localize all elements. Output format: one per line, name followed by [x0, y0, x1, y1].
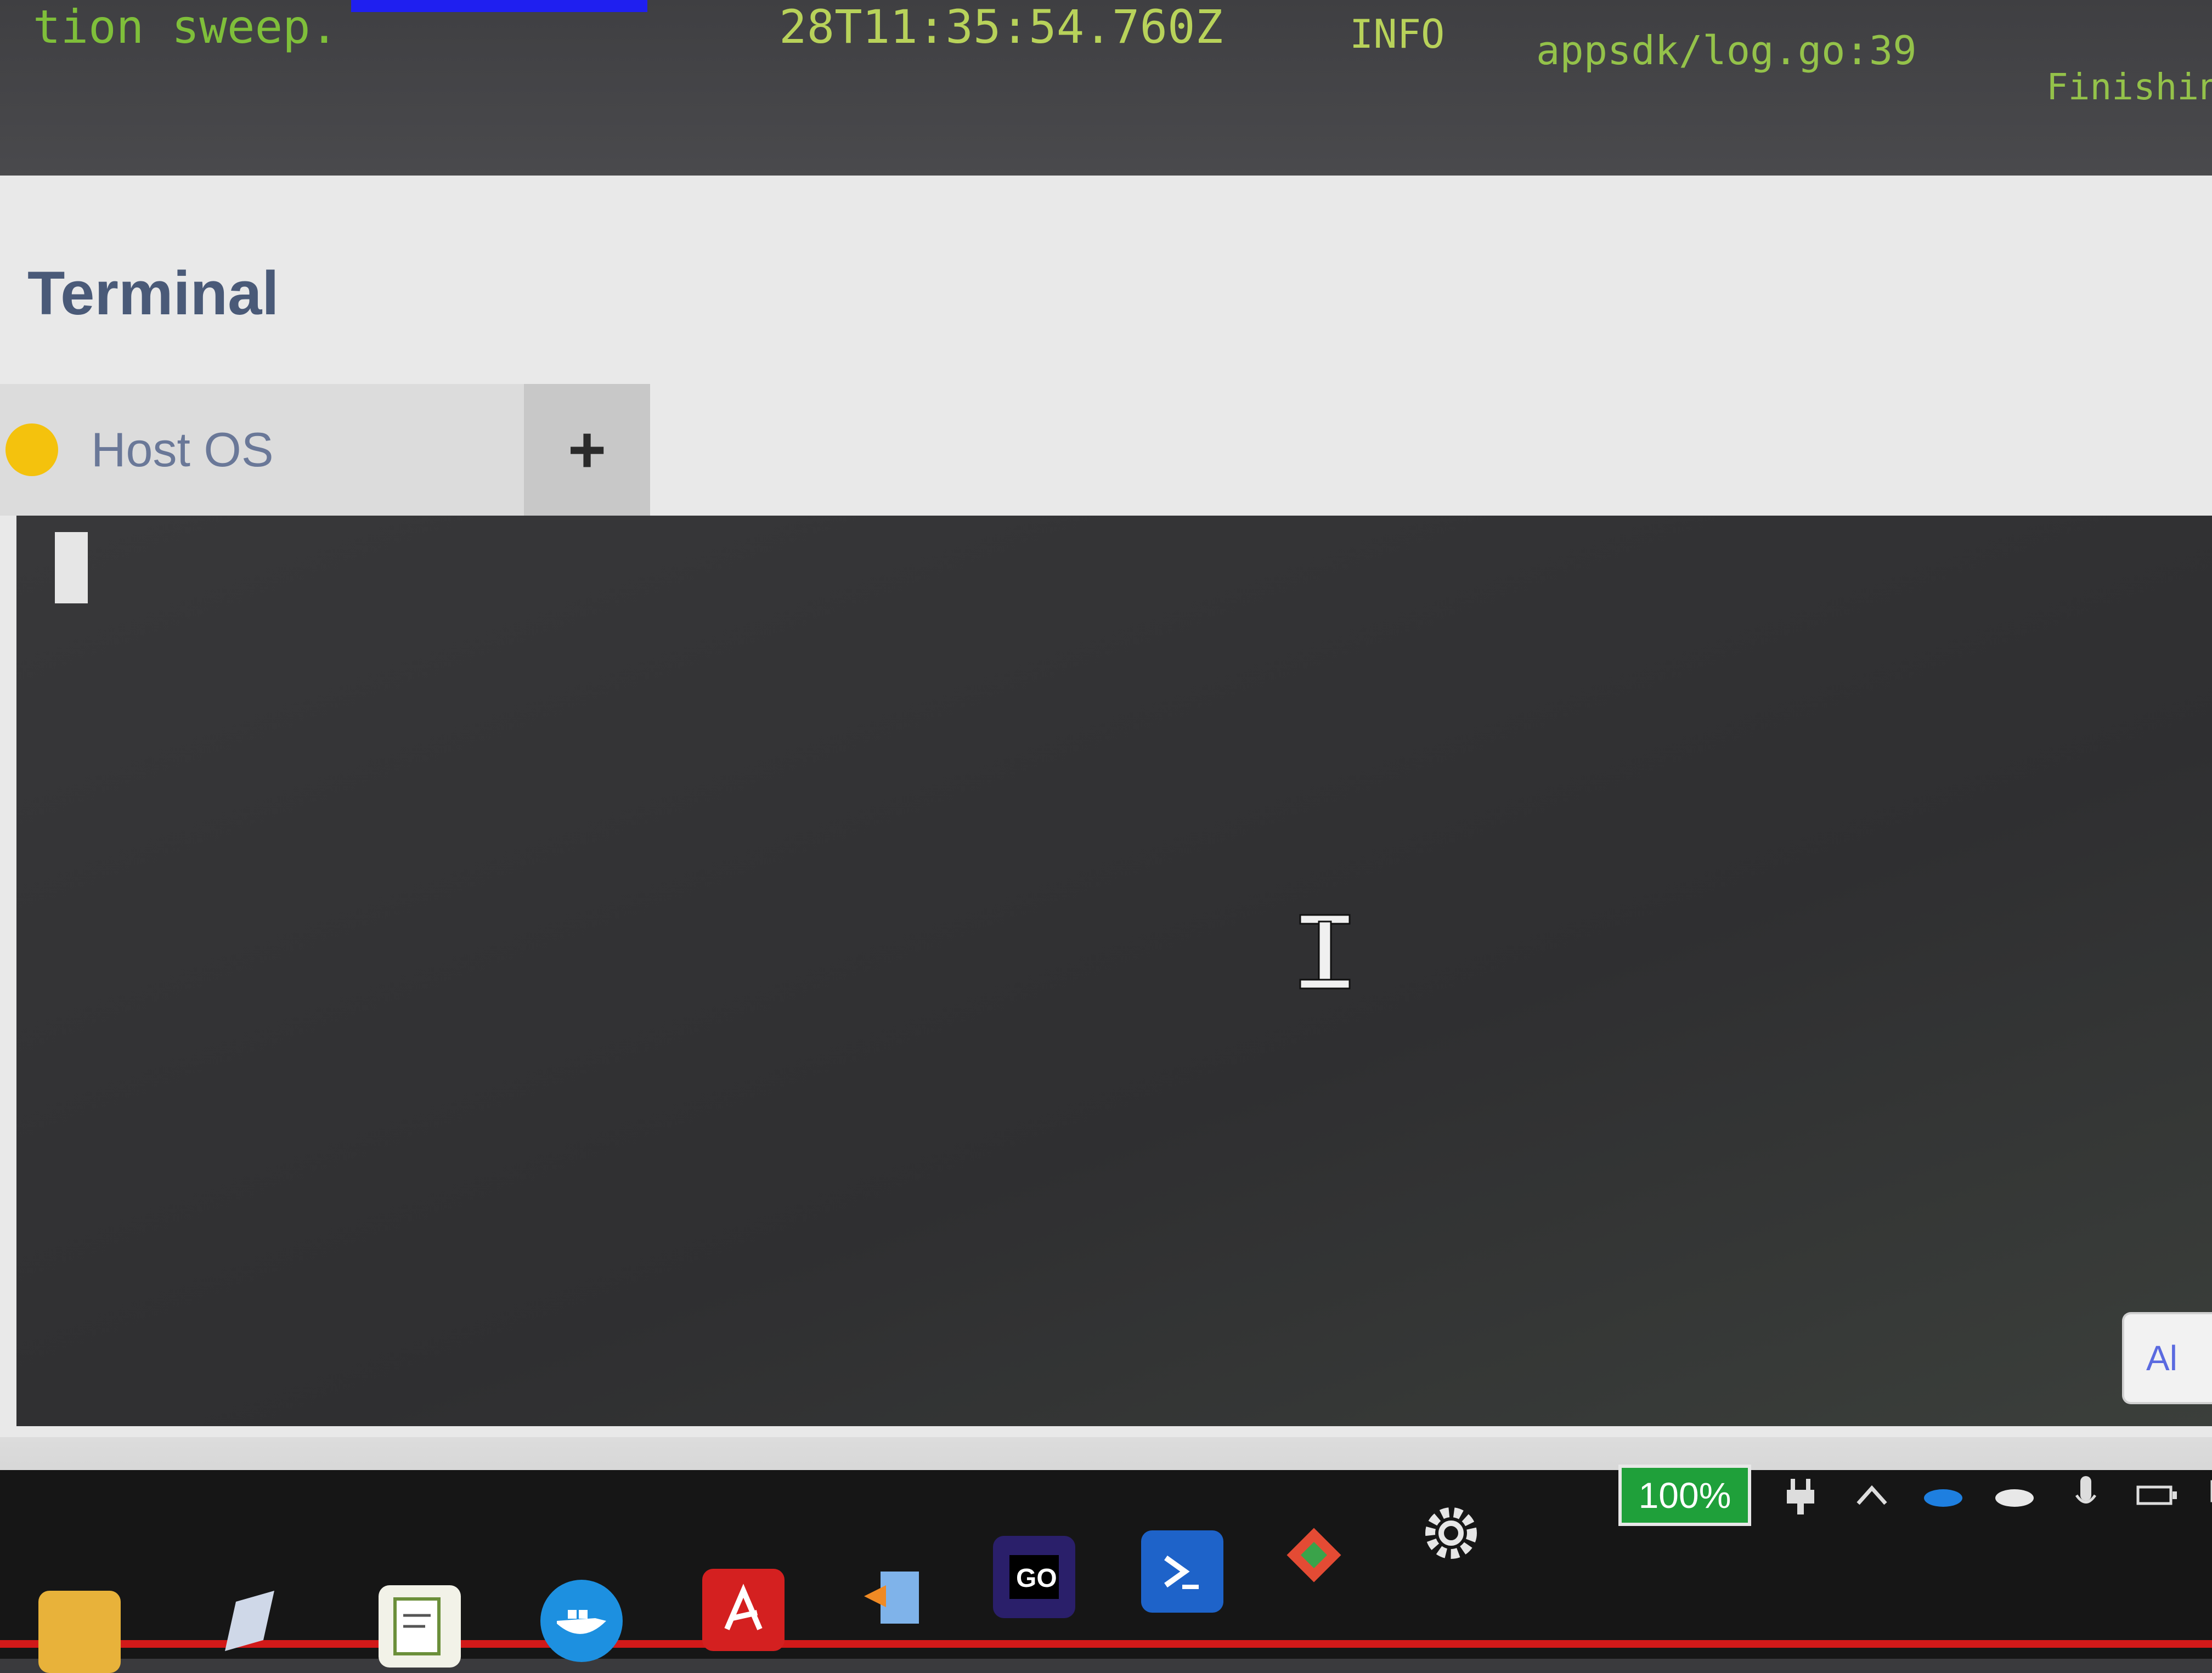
taskbar-accent-line — [0, 1640, 2212, 1648]
terminal-console[interactable]: Al — [16, 516, 2212, 1426]
battery-icon[interactable] — [2135, 1473, 2179, 1517]
cloud-icon[interactable] — [1993, 1473, 2036, 1517]
text-cursor — [55, 532, 88, 603]
network-icon[interactable] — [2207, 1473, 2212, 1517]
terminal-window: Terminal Host OS + Al — [0, 176, 2212, 1437]
powershell-icon[interactable] — [1141, 1530, 1223, 1613]
git-icon[interactable] — [1273, 1514, 1355, 1596]
onedrive-icon[interactable] — [1921, 1473, 1965, 1517]
log-level: INFO — [1350, 11, 1445, 57]
all-button[interactable]: Al — [2122, 1312, 2212, 1404]
tab-bar: Host OS + — [0, 384, 2212, 516]
selection-highlight — [351, 0, 647, 12]
log-source: appsdk/log.go:39 — [1536, 27, 1917, 74]
svg-text:GO: GO — [1016, 1564, 1057, 1593]
log-message-start: Finishing — [2046, 66, 2212, 108]
settings-icon[interactable] — [1410, 1492, 1492, 1574]
system-tray: 100% — [1618, 1465, 2212, 1526]
power-plug-icon[interactable] — [1779, 1473, 1822, 1517]
notepad-icon[interactable] — [379, 1585, 461, 1668]
pdf-icon[interactable] — [702, 1569, 785, 1651]
tab-label: Host OS — [91, 422, 274, 477]
log-timestamp: 28T11:35:54.760Z — [779, 0, 1223, 54]
battery-percentage[interactable]: 100% — [1618, 1465, 1751, 1526]
microphone-icon[interactable] — [2064, 1473, 2108, 1517]
docker-icon[interactable] — [540, 1580, 623, 1662]
log-message-end: tion sweep. — [33, 0, 338, 54]
chevron-up-icon[interactable] — [1850, 1473, 1894, 1517]
tab-host-os[interactable]: Host OS — [0, 384, 524, 516]
ibeam-cursor-icon — [1299, 914, 1351, 990]
window-title: Terminal — [27, 259, 279, 327]
file-transfer-icon[interactable] — [853, 1558, 935, 1640]
status-dot-icon — [5, 423, 58, 476]
pen-icon[interactable] — [208, 1580, 291, 1662]
folder-icon[interactable] — [38, 1591, 121, 1673]
log-console: tion sweep. 28T11:35:54.760Z INFO appsdk… — [0, 0, 2212, 181]
goland-icon[interactable]: GO — [993, 1536, 1075, 1618]
add-tab-button[interactable]: + — [524, 384, 650, 516]
